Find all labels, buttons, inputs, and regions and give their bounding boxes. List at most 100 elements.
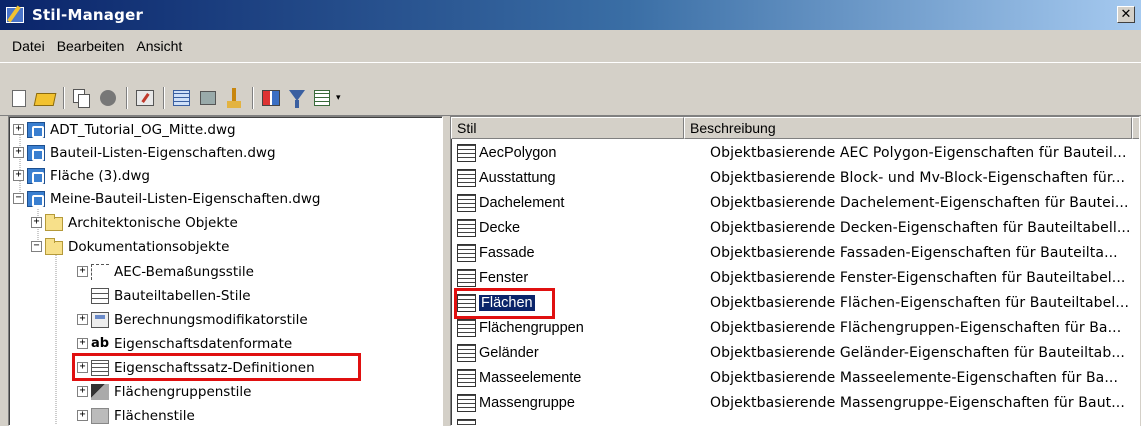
edit-style-icon[interactable]	[171, 87, 193, 109]
view-toggle-icon[interactable]	[312, 87, 334, 109]
style-description: Objektbasierende Massengruppe-Eigenschaf…	[710, 395, 1125, 411]
expand-placeholder	[77, 290, 88, 301]
property-set-icon	[457, 269, 476, 287]
tree-item-label: Dokumentationsobjekte	[68, 238, 230, 255]
style-manager-app-icon	[6, 5, 26, 25]
menu-bearbeiten[interactable]: Bearbeiten	[51, 38, 131, 54]
tree-item-folder[interactable]: + Architektonische Objekte	[31, 211, 238, 234]
tree-item-label: Architektonische Objekte	[68, 214, 238, 231]
tree-item-style-category[interactable]: Bauteiltabellen-Stile	[77, 284, 251, 307]
filter-icon[interactable]	[286, 87, 308, 109]
list-row[interactable]: Flächengruppen Objektbasierende Flächeng…	[451, 316, 1139, 340]
list-row[interactable]: Ausstattung Objektbasierende Block- und …	[451, 166, 1139, 190]
column-header-beschreibung[interactable]: Beschreibung	[684, 117, 1132, 139]
clean-icon[interactable]	[223, 87, 245, 109]
style-tree-panel[interactable]: + ADT_Tutorial_OG_Mitte.dwg + Bauteil-Li…	[8, 116, 443, 426]
compare-icon[interactable]	[260, 87, 282, 109]
open-drawing-icon[interactable]	[33, 87, 57, 109]
drawing-file-icon	[27, 121, 45, 138]
drawing-file-icon	[27, 167, 45, 184]
drawing-file-icon	[27, 144, 45, 161]
tree-item-style-category[interactable]: + Berechnungsmodifikatorstile	[77, 308, 308, 331]
column-header-stil[interactable]: Stil	[451, 117, 684, 139]
expand-toggle[interactable]: +	[13, 170, 24, 181]
collapse-toggle[interactable]: −	[31, 241, 42, 252]
style-description: Objektbasierende Geländer-Eigenschaften …	[710, 345, 1125, 361]
tree-item-label: AEC-Bemaßungsstile	[114, 263, 254, 280]
chevron-down-icon[interactable]: ▾	[336, 93, 341, 103]
tree-item-style-category[interactable]: + AEC-Bemaßungsstile	[77, 260, 254, 283]
tree-item-label: Berechnungsmodifikatorstile	[114, 311, 308, 328]
collapse-toggle[interactable]: −	[13, 193, 24, 204]
tree-item-drawing[interactable]: + Fläche (3).dwg	[13, 164, 150, 187]
tree-item-folder[interactable]: − Dokumentationsobjekte	[31, 235, 229, 258]
properties-icon[interactable]	[134, 87, 156, 109]
style-name: Massengruppe	[479, 395, 575, 411]
tree-item-style-category[interactable]: + Flächengruppenstile	[77, 380, 251, 403]
style-name: Geländer	[479, 345, 539, 361]
highlight-frame-tree	[72, 353, 361, 381]
style-description: Objektbasierende Fassaden-Eigenschaften …	[710, 245, 1118, 261]
menu-ansicht[interactable]: Ansicht	[130, 38, 188, 54]
folder-icon	[45, 237, 63, 255]
tree-item-drawing[interactable]: + ADT_Tutorial_OG_Mitte.dwg	[13, 118, 236, 141]
style-description: Objektbasierende Block- und Mv-Block-Eig…	[710, 170, 1126, 186]
toolbar-separator	[252, 87, 254, 109]
new-icon[interactable]	[8, 87, 30, 109]
list-row[interactable]	[451, 416, 1139, 425]
list-row[interactable]: Dachelement Objektbasierende Dachelement…	[451, 191, 1139, 215]
style-description: Objektbasierende Flächengruppen-Eigensch…	[710, 320, 1122, 336]
list-row[interactable]: AecPolygon Objektbasierende AEC Polygon-…	[451, 141, 1139, 165]
tree-item-drawing[interactable]: + Bauteil-Listen-Eigenschaften.dwg	[13, 141, 276, 164]
expand-toggle[interactable]: +	[77, 266, 88, 277]
menu-datei[interactable]: Datei	[6, 38, 51, 54]
style-name: Fassade	[479, 245, 535, 261]
copy-icon[interactable]	[71, 87, 93, 109]
column-header-filler	[1132, 117, 1139, 139]
tree-item-style-category[interactable]: + Flächenstile	[77, 404, 195, 425]
tree-item-label: Fläche (3).dwg	[50, 167, 150, 184]
expand-toggle[interactable]: +	[77, 410, 88, 421]
tree-item-label: Eigenschaftsdatenformate	[114, 335, 293, 352]
expand-toggle[interactable]: +	[77, 314, 88, 325]
style-list-panel[interactable]: Stil Beschreibung AecPolygon Objektbasie…	[450, 116, 1140, 426]
property-set-icon	[457, 169, 476, 187]
expand-toggle[interactable]: +	[13, 147, 24, 158]
expand-toggle[interactable]: +	[13, 124, 24, 135]
list-row[interactable]: Decke Objektbasierende Decken-Eigenschaf…	[451, 216, 1139, 240]
tree-item-drawing[interactable]: − Meine-Bauteil-Listen-Eigenschaften.dwg	[13, 187, 321, 210]
calculation-modifier-icon	[91, 311, 109, 328]
list-row[interactable]: Geländer Objektbasierende Geländer-Eigen…	[451, 341, 1139, 365]
property-set-icon	[457, 319, 476, 337]
style-description: Objektbasierende Flächen-Eigenschaften f…	[710, 295, 1129, 311]
expand-toggle[interactable]: +	[77, 386, 88, 397]
area-icon	[91, 407, 109, 424]
tree-item-label: Bauteil-Listen-Eigenschaften.dwg	[50, 144, 276, 161]
list-row[interactable]: Masseelemente Objektbasierende Masseelem…	[451, 366, 1139, 390]
style-description: Objektbasierende Decken-Eigenschaften fü…	[710, 220, 1131, 236]
folder-icon	[45, 213, 63, 231]
toolbar: ▾	[8, 83, 341, 113]
stamp-icon[interactable]	[197, 87, 219, 109]
window-title: Stil-Manager	[32, 6, 144, 24]
style-description: Objektbasierende Dachelement-Eigenschaft…	[710, 195, 1129, 211]
style-name: Flächengruppen	[479, 320, 584, 336]
schedule-table-icon	[91, 287, 109, 304]
list-header: Stil Beschreibung	[451, 117, 1139, 139]
style-name: Decke	[479, 220, 521, 236]
purge-icon[interactable]	[97, 87, 119, 109]
expand-toggle[interactable]: +	[77, 338, 88, 349]
property-set-icon	[457, 344, 476, 362]
title-bar[interactable]: Stil-Manager ✕	[0, 0, 1141, 30]
dimension-style-icon	[91, 263, 109, 280]
close-button[interactable]: ✕	[1117, 6, 1135, 23]
style-description: Objektbasierende Fenster-Eigenschaften f…	[710, 270, 1126, 286]
list-row[interactable]: Fassade Objektbasierende Fassaden-Eigens…	[451, 241, 1139, 265]
tree-item-label: Flächenstile	[114, 407, 195, 424]
style-description: Objektbasierende AEC Polygon-Eigenschaft…	[710, 145, 1127, 161]
list-row[interactable]: Fenster Objektbasierende Fenster-Eigensc…	[451, 266, 1139, 290]
expand-toggle[interactable]: +	[31, 217, 42, 228]
property-set-icon	[457, 419, 476, 425]
list-row[interactable]: Massengruppe Objektbasierende Massengrup…	[451, 391, 1139, 415]
tree-item-style-category[interactable]: + ab Eigenschaftsdatenformate	[77, 332, 292, 355]
